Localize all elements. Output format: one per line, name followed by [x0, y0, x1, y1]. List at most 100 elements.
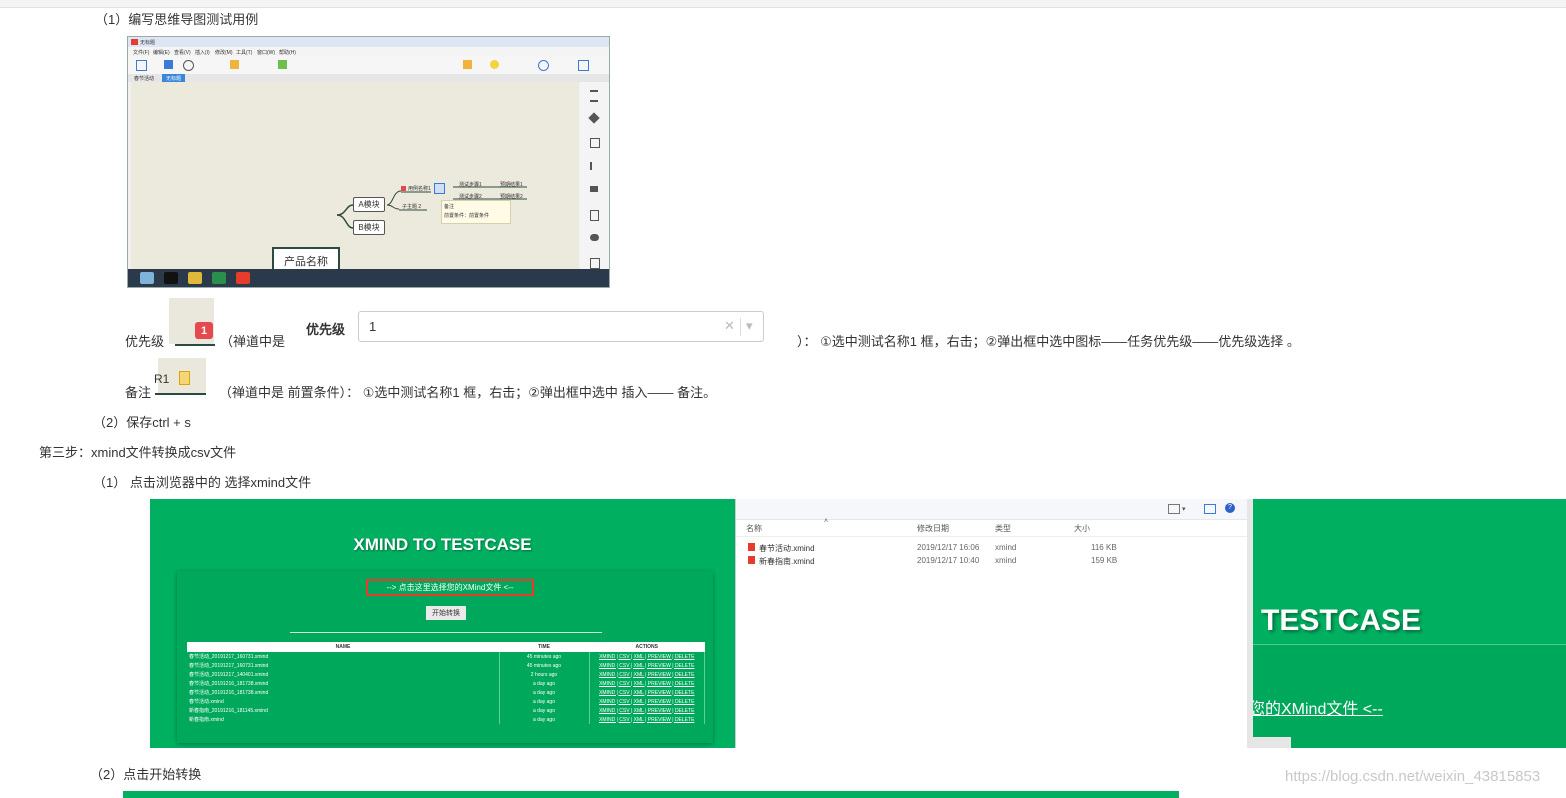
file-actions[interactable]: XMIND | CSV | XML | PREVIEW | DELETE	[589, 688, 705, 697]
tab-spring-activity[interactable]: 春节活动	[134, 75, 154, 82]
menu-window[interactable]: 窗口(W)	[257, 49, 275, 56]
zoom-panel: 您的XMind文件 <--	[1253, 644, 1566, 748]
file-time: a day ago	[499, 679, 590, 688]
priority-select-value: 1	[369, 319, 377, 334]
topic-step1[interactable]: 测试步骤1	[459, 181, 482, 188]
search-icon[interactable]	[538, 60, 549, 71]
col-type[interactable]: 类型	[995, 523, 1011, 534]
view-options-icon[interactable]	[1168, 504, 1180, 514]
flag-icon[interactable]	[590, 162, 598, 170]
table-row: 春节活动_20191217_160731.xmind 45 minutes ago…	[187, 661, 705, 670]
marker-icon[interactable]	[463, 60, 472, 69]
zoom-choose-link[interactable]: 您的XMind文件 <--	[1253, 695, 1383, 719]
file-actions[interactable]: XMIND | CSV | XML | PREVIEW | DELETE	[589, 715, 705, 724]
outline-icon[interactable]	[590, 90, 598, 102]
file-name: 春节活动_20191217_160731.xmind	[187, 652, 500, 661]
list-item[interactable]: 春节活动.xmind 2019/12/17 16:06 xmind 116 KB	[736, 542, 1251, 555]
home-icon[interactable]	[136, 60, 147, 71]
col-date[interactable]: 修改日期	[917, 523, 949, 534]
table-row: 新春指南_20191216_181145.xmind a day ago XMIND…	[187, 706, 705, 715]
dialog-columns: 名称 ˄ 修改日期 类型 大小	[736, 518, 1251, 537]
topic-case2[interactable]: 子主题 2	[402, 203, 421, 210]
image-icon[interactable]	[590, 138, 600, 148]
menu-insert[interactable]: 插入(I)	[195, 49, 210, 56]
clear-icon[interactable]: ✕	[724, 318, 735, 334]
xmind-file-icon	[748, 556, 755, 564]
priority-select[interactable]: 1 ✕ ▾	[358, 311, 764, 342]
file-actions[interactable]: XMIND | CSV | XML | PREVIEW | DELETE	[589, 661, 705, 670]
start-convert-button[interactable]: 开始转换	[426, 606, 466, 620]
menu-help[interactable]: 帮助(H)	[279, 49, 296, 56]
watermark: https://blog.csdn.net/weixin_43815853	[1285, 768, 1541, 785]
note-label: 备注	[125, 385, 152, 400]
note-icon[interactable]	[278, 60, 287, 69]
menu-view[interactable]: 查看(V)	[174, 49, 191, 56]
file-actions[interactable]: XMIND | CSV | XML | PREVIEW | DELETE	[589, 679, 705, 688]
col-actions: ACTIONS	[589, 642, 705, 652]
app-toolbar	[128, 56, 609, 75]
topic-module-b[interactable]: B模块	[353, 220, 385, 235]
selected-marker-icon	[434, 183, 445, 194]
idea-icon[interactable]	[490, 60, 499, 69]
table-row: 春节活动_20191217_160731.xmind 45 minutes ago…	[187, 652, 705, 661]
taskbar-excel-icon[interactable]	[212, 272, 226, 284]
undo-icon[interactable]	[183, 60, 194, 71]
notes-icon[interactable]	[590, 186, 598, 192]
comment-icon[interactable]	[590, 234, 599, 241]
zoom-start-button[interactable]	[1253, 737, 1291, 748]
file-actions[interactable]: XMIND | CSV | XML | PREVIEW | DELETE	[589, 652, 705, 661]
file-time: 2 hours ago	[499, 670, 590, 679]
topic-module-a[interactable]: A模块	[353, 197, 385, 212]
file-time: a day ago	[499, 688, 590, 697]
file-actions[interactable]: XMIND | CSV | XML | PREVIEW | DELETE	[589, 697, 705, 706]
topic-case1[interactable]: 用例名称1	[408, 185, 431, 192]
topic-expect1[interactable]: 预期结果1	[500, 181, 523, 188]
file-actions[interactable]: XMIND | CSV | XML | PREVIEW | DELETE	[589, 706, 705, 715]
priority-paren-text: （禅道中是	[220, 334, 286, 349]
top-border	[0, 0, 1566, 8]
format-icon[interactable]	[588, 112, 600, 124]
save-icon[interactable]	[164, 60, 173, 69]
file-name: 春节活动_20191217_140401.xmind	[187, 670, 500, 679]
app-tabbar: 春节活动 无标题	[128, 74, 609, 83]
preview-pane-icon[interactable]	[1204, 504, 1216, 514]
file-actions[interactable]: XMIND | CSV | XML | PREVIEW | DELETE	[589, 670, 705, 679]
xmind-logo-icon	[131, 39, 138, 45]
note-snippet: R1	[154, 358, 206, 394]
xmind-app-screenshot: 无标题 文件(F) 编辑(E) 查看(V) 插入(I) 修改(M) 工具(T) …	[127, 36, 610, 288]
taskbar-xmind-icon[interactable]	[236, 272, 250, 284]
choose-file-button[interactable]: --> 点击这里选择您的XMind文件 <--	[366, 579, 534, 596]
menu-file[interactable]: 文件(F)	[133, 49, 149, 56]
zentao-priority-label: 优先级	[306, 322, 346, 337]
topic-icon[interactable]	[230, 60, 239, 69]
files-table: NAME TIME ACTIONS 春节活动_20191217_160731.x…	[187, 642, 705, 724]
file-time: a day ago	[499, 715, 590, 724]
export-icon[interactable]	[578, 60, 589, 71]
note-title: 备注	[444, 204, 455, 210]
task-icon[interactable]	[590, 258, 600, 269]
topic-step2[interactable]: 测试步骤2	[459, 193, 482, 200]
menu-modify[interactable]: 修改(M)	[215, 49, 233, 56]
help-icon[interactable]: ?	[1225, 503, 1235, 513]
menu-edit[interactable]: 编辑(E)	[153, 49, 170, 56]
view-dropdown-icon[interactable]: ▾	[1182, 505, 1186, 513]
file-time: 45 minutes ago	[499, 652, 590, 661]
testcase-title: XMIND TO TESTCASE	[353, 535, 532, 554]
document-icon[interactable]	[590, 210, 599, 221]
file-name: 春节活动_20191216_181738.xmind	[187, 688, 500, 697]
file-name: 春节活动_20191216_181738.xmind	[187, 679, 500, 688]
col-filename[interactable]: 名称	[746, 523, 762, 534]
mindmap-canvas[interactable]: 产品名称 A模块 B模块 用例名称1 子主题 2 测试步骤1 测试步骤2 预期结…	[131, 82, 579, 274]
taskbar-console-icon[interactable]	[164, 272, 178, 284]
taskbar-app-icon[interactable]	[188, 272, 202, 284]
topic-expect2[interactable]: 预期结果2	[500, 193, 523, 200]
col-size[interactable]: 大小	[1074, 523, 1090, 534]
chevron-down-icon[interactable]: ▾	[746, 318, 753, 334]
taskbar-explorer-icon[interactable]	[140, 272, 154, 284]
app-menubar: 文件(F) 编辑(E) 查看(V) 插入(I) 修改(M) 工具(T) 窗口(W…	[128, 47, 609, 56]
file-name: 新春指南.xmind	[187, 715, 500, 724]
list-item[interactable]: 新春指南.xmind 2019/12/17 10:40 xmind 159 KB	[736, 555, 1251, 568]
menu-tools[interactable]: 工具(T)	[236, 49, 252, 56]
zoom-title: TESTCASE	[1261, 604, 1422, 637]
file-name: 春节活动.xmind	[187, 697, 500, 706]
